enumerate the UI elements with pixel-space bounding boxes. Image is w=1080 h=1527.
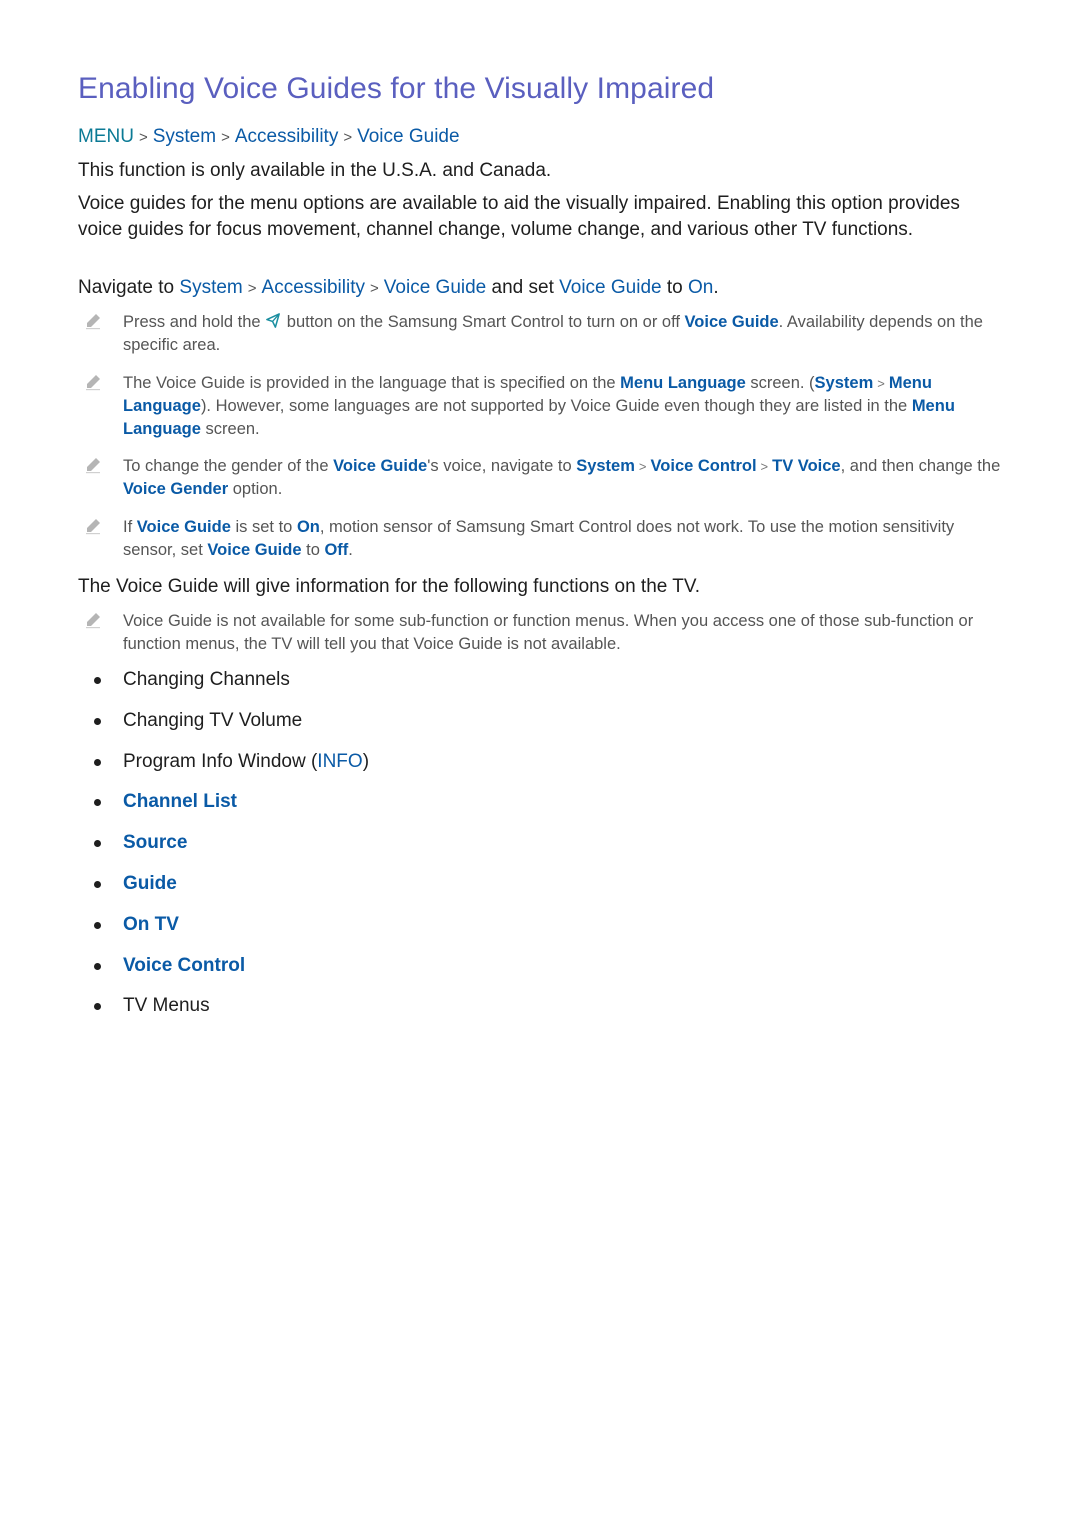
link-voice-control[interactable]: Voice Control [651,457,757,475]
functions-intro: The Voice Guide will give information fo… [78,576,701,597]
pencil-note-icon [86,519,100,535]
breadcrumb-voice-guide[interactable]: Voice Guide [357,126,459,147]
link-system[interactable]: System [576,457,635,475]
navigate-instruction: Navigate to System > Accessibility > Voice G… [78,277,719,298]
bullet-icon [94,799,101,807]
value-on: On [296,518,320,536]
link-voice-guide[interactable]: Voice Guide [384,277,486,298]
chevron-right-icon: > [877,376,885,391]
breadcrumb-system[interactable]: System [153,126,216,147]
link-voice-guide[interactable]: Voice Guide [137,518,231,536]
bullet-icon [94,840,101,848]
availability-text: This function is only available in the U… [78,160,552,181]
page-title: Enabling Voice Guides for the Visually I… [78,72,715,105]
link-voice-guide[interactable]: Voice Guide [685,313,779,331]
value-off: Off [324,541,349,559]
bullet-icon [94,880,101,888]
link-voice-control[interactable]: Voice Control [123,955,245,976]
bullet-icon [94,1003,101,1011]
pencil-note-icon [86,375,100,391]
link-guide[interactable]: Guide [123,873,177,894]
chevron-right-icon: > [760,459,769,474]
note-voice-button: Press and hold the button on the Samsung… [78,311,1008,357]
list-item: Guide [78,870,369,911]
pencil-note-icon [86,314,100,330]
list-item: Channel List [78,788,369,829]
note-menu-language: The Voice Guide is provided in the langu… [78,372,1008,441]
link-system[interactable]: System [815,374,874,392]
link-on-tv[interactable]: On TV [123,914,179,935]
list-item: On TV [78,911,369,952]
pencil-note-icon [86,613,100,629]
link-accessibility[interactable]: Accessibility [262,277,365,298]
intro-paragraph: Voice guides for the menu options are av… [78,193,960,240]
bullet-icon [94,921,101,929]
note-not-available: Voice Guide is not available for some su… [78,610,1008,656]
link-voice-guide[interactable]: Voice Guide [333,457,427,475]
chevron-right-icon: > [247,280,257,297]
info-button-ref: INFO [317,750,363,772]
link-menu-language[interactable]: Menu Language [620,374,746,392]
breadcrumb: MENU > System > Accessibility > Voice Guide [78,126,460,148]
chevron-right-icon: > [221,129,230,146]
chevron-right-icon: > [638,459,647,474]
list-item: Changing TV Volume [78,707,369,748]
pencil-note-icon [86,458,100,474]
link-channel-list[interactable]: Channel List [123,791,237,812]
link-tv-voice[interactable]: TV Voice [772,457,840,475]
list-item: Changing Channels [78,666,369,707]
link-voice-guide[interactable]: Voice Guide [207,541,301,559]
link-source[interactable]: Source [123,832,187,853]
bullet-icon [94,677,101,684]
setting-voice-guide[interactable]: Voice Guide [559,277,661,298]
list-item: Voice Control [78,952,369,993]
link-voice-gender[interactable]: Voice Gender [123,480,228,498]
bullet-icon [94,758,101,766]
chevron-right-icon: > [138,129,148,146]
breadcrumb-menu[interactable]: MENU [78,126,134,147]
note-voice-gender: To change the gender of the Voice Guide'… [78,455,1008,501]
chevron-right-icon: > [343,129,353,146]
bullet-icon [94,717,101,725]
chevron-right-icon: > [370,280,379,297]
functions-list: Changing Channels Changing TV Volume Pro… [78,666,369,1033]
link-system[interactable]: System [179,277,242,298]
voice-button-icon [266,313,281,328]
list-item: Program Info Window (INFO) [78,748,369,789]
bullet-icon [94,962,101,970]
setting-value-on: On [688,277,714,298]
breadcrumb-accessibility[interactable]: Accessibility [235,126,338,147]
list-item: Source [78,829,369,870]
note-motion-sensor: If Voice Guide is set to On, motion sens… [78,516,1008,562]
list-item: TV Menus [78,992,369,1033]
